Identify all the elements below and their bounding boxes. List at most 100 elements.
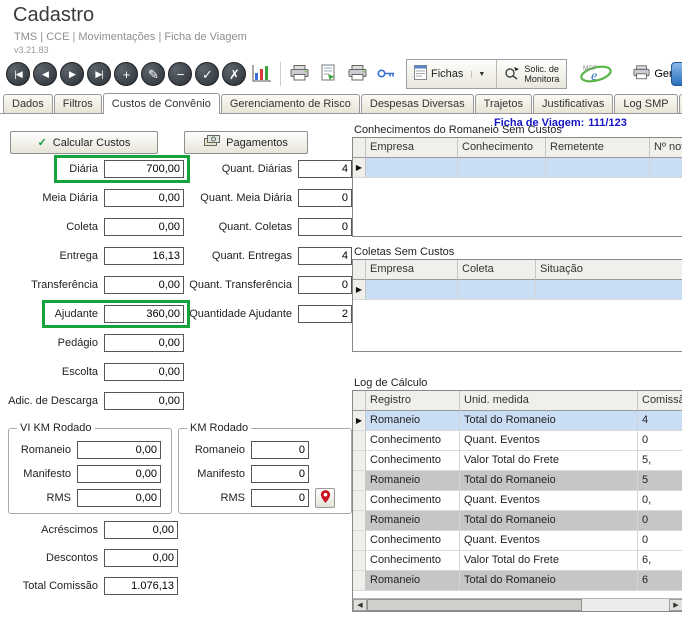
grid-row[interactable]: ▶ (353, 280, 682, 300)
transferencia-input[interactable] (104, 276, 184, 294)
row-selector-arrow-icon: ▶ (353, 158, 366, 178)
column-header-situacao[interactable]: Situação (536, 260, 682, 280)
column-header-empresa[interactable]: Empresa (366, 138, 458, 158)
fichas-button[interactable]: Fichas ▼ (407, 60, 497, 88)
grid-row[interactable]: Conhecimento Quant. Eventos 0 (353, 431, 682, 451)
km-rms-input[interactable] (251, 489, 309, 507)
add-button[interactable]: + (114, 62, 138, 86)
row-selector-arrow-icon: ▶ (353, 280, 366, 300)
printer-icon (633, 65, 650, 83)
quantidade-ajudante-input[interactable] (298, 305, 352, 323)
cancel-button[interactable]: ✗ (222, 62, 246, 86)
tab-trajetos[interactable]: Trajetos (475, 94, 532, 113)
calcular-custos-label: Calcular Custos (53, 137, 131, 149)
pagamentos-label: Pagamentos (226, 137, 288, 149)
edit-button[interactable]: ✎ (141, 62, 165, 86)
form-row: Diária Quant. Diárias (8, 160, 358, 182)
column-header-unid-medida[interactable]: Unid. medida (460, 391, 638, 411)
calcular-custos-button[interactable]: ✓ Calcular Custos (10, 131, 158, 154)
grid-row[interactable]: Conhecimento Valor Total do Frete 5, (353, 451, 682, 471)
grid-row[interactable]: ▶ (353, 158, 682, 178)
vi-rms-input[interactable] (77, 489, 161, 507)
quant-diarias-input[interactable] (298, 160, 352, 178)
confirm-button[interactable]: ✓ (195, 62, 219, 86)
preview-button[interactable] (315, 61, 341, 87)
clipped-toolbar-icon[interactable] (671, 62, 682, 86)
adic-descarga-input[interactable] (104, 392, 184, 410)
adic-descarga-label: Adic. de Descarga (8, 395, 98, 407)
grid-row[interactable]: Conhecimento Valor Total do Frete 6, (353, 551, 682, 571)
column-header-conhecimento[interactable]: Conhecimento (458, 138, 546, 158)
tab-gerenciamento-de-risco[interactable]: Gerenciamento de Risco (221, 94, 360, 113)
ajudante-input[interactable] (104, 305, 184, 323)
vi-manifesto-label: Manifesto (9, 468, 71, 480)
column-header-coleta[interactable]: Coleta (458, 260, 536, 280)
tab-filtros[interactable]: Filtros (54, 94, 102, 113)
grid-row[interactable]: Conhecimento Quant. Eventos 0 (353, 531, 682, 551)
diaria-input[interactable] (104, 160, 184, 178)
tab-custos-de-convenio[interactable]: Custos de Convênio (103, 93, 220, 114)
scroll-right-button[interactable]: ▶ (669, 599, 682, 611)
grid-cell: Conhecimento (366, 451, 460, 471)
vi-manifesto-input[interactable] (77, 465, 161, 483)
quant-coletas-input[interactable] (298, 218, 352, 236)
grid-row[interactable]: Romaneio Total do Romaneio 5 (353, 471, 682, 491)
row-selector-cell (353, 571, 366, 591)
escolta-input[interactable] (104, 363, 184, 381)
key-button[interactable] (373, 61, 399, 87)
prev-record-button[interactable]: ◀ (33, 62, 57, 86)
quant-meia-diaria-input[interactable] (298, 189, 352, 207)
printer-icon (348, 65, 367, 84)
tab-justificativas[interactable]: Justificativas (533, 94, 613, 113)
scroll-left-button[interactable]: ◀ (353, 599, 367, 611)
tab-despesas-diversas[interactable]: Despesas Diversas (361, 94, 474, 113)
print-button[interactable] (286, 61, 312, 87)
pedagio-input[interactable] (104, 334, 184, 352)
grid-cell: Quant. Eventos (460, 491, 638, 511)
grid-row[interactable]: ▶ Romaneio Total do Romaneio 4 (353, 411, 682, 431)
first-record-button[interactable]: |◀ (6, 62, 30, 86)
grid-row[interactable]: Conhecimento Quant. Eventos 0, (353, 491, 682, 511)
tab-pagamentos-clipped[interactable]: Paga (679, 94, 682, 113)
coleta-input[interactable] (104, 218, 184, 236)
vi-romaneio-input[interactable] (77, 441, 161, 459)
quant-entregas-input[interactable] (298, 247, 352, 265)
quant-transferencia-input[interactable] (298, 276, 352, 294)
next-record-button[interactable]: ▶ (60, 62, 84, 86)
acrescimos-input[interactable] (104, 521, 178, 539)
map-pin-button[interactable] (315, 488, 335, 508)
column-header-remetente[interactable]: Remetente (546, 138, 650, 158)
scroll-thumb[interactable] (367, 599, 582, 611)
grid-cell: Quant. Eventos (460, 531, 638, 551)
grid-row[interactable]: Romaneio Total do Romaneio 0 (353, 511, 682, 531)
grid-row[interactable]: Romaneio Total do Romaneio 6 (353, 571, 682, 591)
pagamentos-button[interactable]: Pagamentos (184, 131, 308, 154)
chart-button[interactable] (249, 61, 275, 87)
quant-transferencia-label: Quant. Transferência (188, 279, 292, 291)
total-comissao-input[interactable] (104, 577, 178, 595)
km-romaneio-input[interactable] (251, 441, 309, 459)
scroll-track[interactable] (582, 599, 669, 611)
log-grid-hscrollbar[interactable]: ◀ ▶ (353, 598, 682, 611)
grid-cell: Romaneio (366, 511, 460, 531)
column-header-numero-nota[interactable]: Nº not (650, 138, 682, 158)
transferencia-label: Transferência (8, 279, 98, 291)
solic-monitora-button[interactable]: Solic. de Monitora (497, 60, 566, 88)
entrega-input[interactable] (104, 247, 184, 265)
km-manifesto-input[interactable] (251, 465, 309, 483)
print-report-button[interactable] (344, 61, 370, 87)
tab-log-smp[interactable]: Log SMP (614, 94, 677, 113)
column-header-comissao[interactable]: Comissão (638, 391, 682, 411)
delete-button[interactable]: − (168, 62, 192, 86)
column-header-empresa[interactable]: Empresa (366, 260, 458, 280)
tab-dados[interactable]: Dados (3, 94, 53, 113)
form-row: Adic. de Descarga (8, 392, 358, 414)
form-icon (414, 65, 427, 83)
descontos-input[interactable] (104, 549, 178, 567)
last-record-button[interactable]: ▶| (87, 62, 111, 86)
grid-header-row: Empresa Coleta Situação (353, 260, 682, 280)
grid-cell (650, 158, 682, 178)
meia-diaria-input[interactable] (104, 189, 184, 207)
fichas-label: Fichas (431, 68, 463, 80)
column-header-registro[interactable]: Registro (366, 391, 460, 411)
